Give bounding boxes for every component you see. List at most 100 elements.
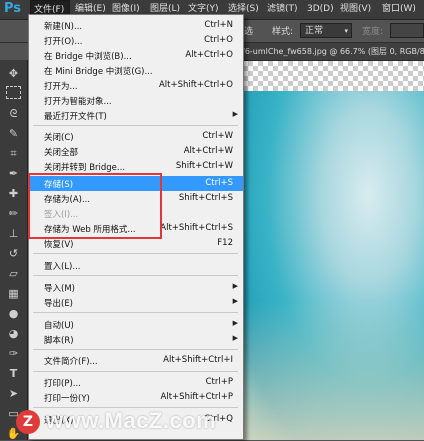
menu-item-print[interactable]: 打印(P)... Ctrl+P bbox=[29, 375, 243, 390]
width-input[interactable] bbox=[390, 23, 424, 38]
dodge-tool-icon[interactable]: ◕ bbox=[6, 326, 21, 341]
menu-item-shortcut: Ctrl+N bbox=[204, 20, 233, 30]
menu-item-shortcut: Ctrl+S bbox=[205, 178, 233, 188]
path-select-tool-icon[interactable]: ➤ bbox=[6, 386, 21, 401]
menu-item-shortcut: Ctrl+O bbox=[204, 35, 233, 45]
submenu-arrow-icon: ▶ bbox=[232, 319, 238, 327]
marquee-tool-icon[interactable] bbox=[6, 86, 21, 99]
menu-item-label: 打开为智能对象... bbox=[44, 97, 112, 107]
submenu-arrow-icon: ▶ bbox=[232, 297, 238, 305]
gradient-tool-icon[interactable]: ▦ bbox=[6, 286, 21, 301]
watermark-logo-icon: Z bbox=[16, 410, 40, 434]
type-tool-icon[interactable]: T bbox=[6, 366, 21, 381]
style-value: 正常 bbox=[305, 26, 324, 36]
menu-item-browse-bridge[interactable]: 在 Bridge 中浏览(B)... Alt+Ctrl+O bbox=[29, 48, 243, 63]
style-label: 样式: bbox=[272, 27, 294, 37]
menu-item-print-one-copy[interactable]: 打印一份(Y) Alt+Shift+Ctrl+P bbox=[29, 390, 243, 405]
photoshop-logo: Ps bbox=[4, 1, 22, 16]
menu-separator bbox=[33, 312, 238, 313]
menu-item-shortcut: Alt+Shift+Ctrl+O bbox=[158, 80, 233, 90]
move-tool-icon[interactable]: ✥ bbox=[6, 66, 21, 81]
submenu-arrow-icon: ▶ bbox=[232, 282, 238, 290]
menu-item-label: 打开(O)... bbox=[44, 37, 83, 47]
document-tab[interactable]: f6-umlChe_fw658.jpg @ 66.7% (图层 0, RGB/8… bbox=[242, 43, 424, 60]
menu-item-new[interactable]: 新建(N)... Ctrl+N bbox=[29, 18, 243, 33]
menu-separator bbox=[33, 125, 238, 126]
menu-item-label: 关闭(C) bbox=[44, 133, 74, 143]
chevron-down-icon: ▾ bbox=[344, 27, 348, 35]
menu-item-close[interactable]: 关闭(C) Ctrl+W bbox=[29, 129, 243, 144]
menu-item-label: 置入(L)... bbox=[44, 262, 81, 272]
menu-item-open-as[interactable]: 打开为... Alt+Shift+Ctrl+O bbox=[29, 78, 243, 93]
menu-item-label: 导入(M) bbox=[44, 284, 75, 294]
menu-item-recent-files[interactable]: 最近打开文件(T) ▶ bbox=[29, 108, 243, 123]
menu-item-shortcut: Ctrl+W bbox=[202, 131, 233, 141]
submenu-arrow-icon: ▶ bbox=[232, 334, 238, 342]
menu-separator bbox=[33, 275, 238, 276]
menu-view[interactable]: 视图(V) bbox=[340, 0, 371, 19]
tools-panel: ✥ ᘓ ✎ ⌗ ✒ ✚ ✏ ⊥ ↺ ▱ ▦ ● ◕ ✑ T ➤ ▭ ✋ bbox=[0, 60, 28, 440]
blur-tool-icon[interactable]: ● bbox=[6, 306, 21, 321]
menu-item-file-info[interactable]: 文件简介(F)... Alt+Shift+Ctrl+I bbox=[29, 353, 243, 368]
partial-option-label: 选 bbox=[244, 27, 254, 37]
brush-tool-icon[interactable]: ✏ bbox=[6, 206, 21, 221]
menu-item-label: 最近打开文件(T) bbox=[44, 112, 107, 122]
menu-item-label: 在 Mini Bridge 中浏览(G)... bbox=[44, 67, 153, 77]
menu-item-close-go-bridge[interactable]: 关闭并转到 Bridge... Shift+Ctrl+W bbox=[29, 159, 243, 174]
menu-3d[interactable]: 3D(D) bbox=[307, 0, 334, 19]
menu-item-scripts[interactable]: 脚本(R) ▶ bbox=[29, 332, 243, 347]
menu-item-place[interactable]: 置入(L)... bbox=[29, 258, 243, 273]
menu-item-browse-mini-bridge[interactable]: 在 Mini Bridge 中浏览(G)... bbox=[29, 63, 243, 78]
menu-filter[interactable]: 滤镜(T) bbox=[267, 0, 298, 19]
style-select[interactable]: 正常 ▾ bbox=[300, 23, 352, 38]
eraser-tool-icon[interactable]: ▱ bbox=[6, 266, 21, 281]
menu-item-shortcut: Ctrl+P bbox=[205, 377, 233, 387]
history-brush-tool-icon[interactable]: ↺ bbox=[6, 246, 21, 261]
menu-item-open-smart-object[interactable]: 打开为智能对象... bbox=[29, 93, 243, 108]
menu-item-label: 新建(N)... bbox=[44, 22, 83, 32]
annotation-highlight-box bbox=[28, 173, 162, 239]
menu-item-shortcut: Alt+Shift+Ctrl+S bbox=[160, 223, 233, 233]
canvas[interactable] bbox=[238, 61, 424, 440]
watermark-text: www.MacZ.com bbox=[46, 408, 217, 433]
lasso-tool-icon[interactable]: ᘓ bbox=[6, 106, 21, 121]
menu-separator bbox=[33, 349, 238, 350]
clone-stamp-tool-icon[interactable]: ⊥ bbox=[6, 226, 21, 241]
document-tab-bar: f6-umlChe_fw658.jpg @ 66.7% (图层 0, RGB/8… bbox=[238, 43, 424, 61]
menu-item-automate[interactable]: 自动(U) ▶ bbox=[29, 317, 243, 332]
menu-item-label: 打印(P)... bbox=[44, 379, 81, 389]
menu-item-close-all[interactable]: 关闭全部 Alt+Ctrl+W bbox=[29, 144, 243, 159]
menu-separator bbox=[33, 371, 238, 372]
menu-item-label: 恢复(V) bbox=[44, 240, 74, 250]
menu-item-shortcut: Shift+Ctrl+S bbox=[178, 193, 233, 203]
menu-item-shortcut: Alt+Shift+Ctrl+I bbox=[163, 355, 233, 365]
menu-window[interactable]: 窗口(W) bbox=[382, 0, 416, 19]
menu-item-label: 打开为... bbox=[44, 82, 78, 92]
width-label: 宽度: bbox=[362, 27, 384, 37]
menu-item-shortcut: Alt+Shift+Ctrl+P bbox=[160, 392, 233, 402]
menu-item-label: 在 Bridge 中浏览(B)... bbox=[44, 52, 132, 62]
menu-item-label: 关闭并转到 Bridge... bbox=[44, 163, 126, 173]
menu-item-label: 打印一份(Y) bbox=[44, 394, 90, 404]
healing-brush-tool-icon[interactable]: ✚ bbox=[6, 186, 21, 201]
eyedropper-tool-icon[interactable]: ✒ bbox=[6, 166, 21, 181]
menu-item-label: 导出(E) bbox=[44, 299, 74, 309]
menu-item-import[interactable]: 导入(M) ▶ bbox=[29, 280, 243, 295]
menu-item-label: 自动(U) bbox=[44, 321, 74, 331]
menu-item-shortcut: Shift+Ctrl+W bbox=[175, 161, 233, 171]
menu-separator bbox=[33, 253, 238, 254]
watermark: Z www.MacZ.com bbox=[0, 408, 424, 440]
menu-item-shortcut: F12 bbox=[217, 238, 233, 248]
quick-select-tool-icon[interactable]: ✎ bbox=[6, 126, 21, 141]
menu-item-label: 脚本(R) bbox=[44, 336, 74, 346]
menu-item-label: 文件简介(F)... bbox=[44, 357, 98, 367]
image-layer bbox=[238, 91, 424, 440]
pen-tool-icon[interactable]: ✑ bbox=[6, 346, 21, 361]
crop-tool-icon[interactable]: ⌗ bbox=[6, 146, 21, 161]
menu-item-label: 关闭全部 bbox=[44, 148, 79, 158]
menu-item-open[interactable]: 打开(O)... Ctrl+O bbox=[29, 33, 243, 48]
submenu-arrow-icon: ▶ bbox=[232, 110, 238, 118]
menu-item-shortcut: Alt+Ctrl+W bbox=[183, 146, 233, 156]
menu-item-shortcut: Alt+Ctrl+O bbox=[185, 50, 233, 60]
menu-item-export[interactable]: 导出(E) ▶ bbox=[29, 295, 243, 310]
